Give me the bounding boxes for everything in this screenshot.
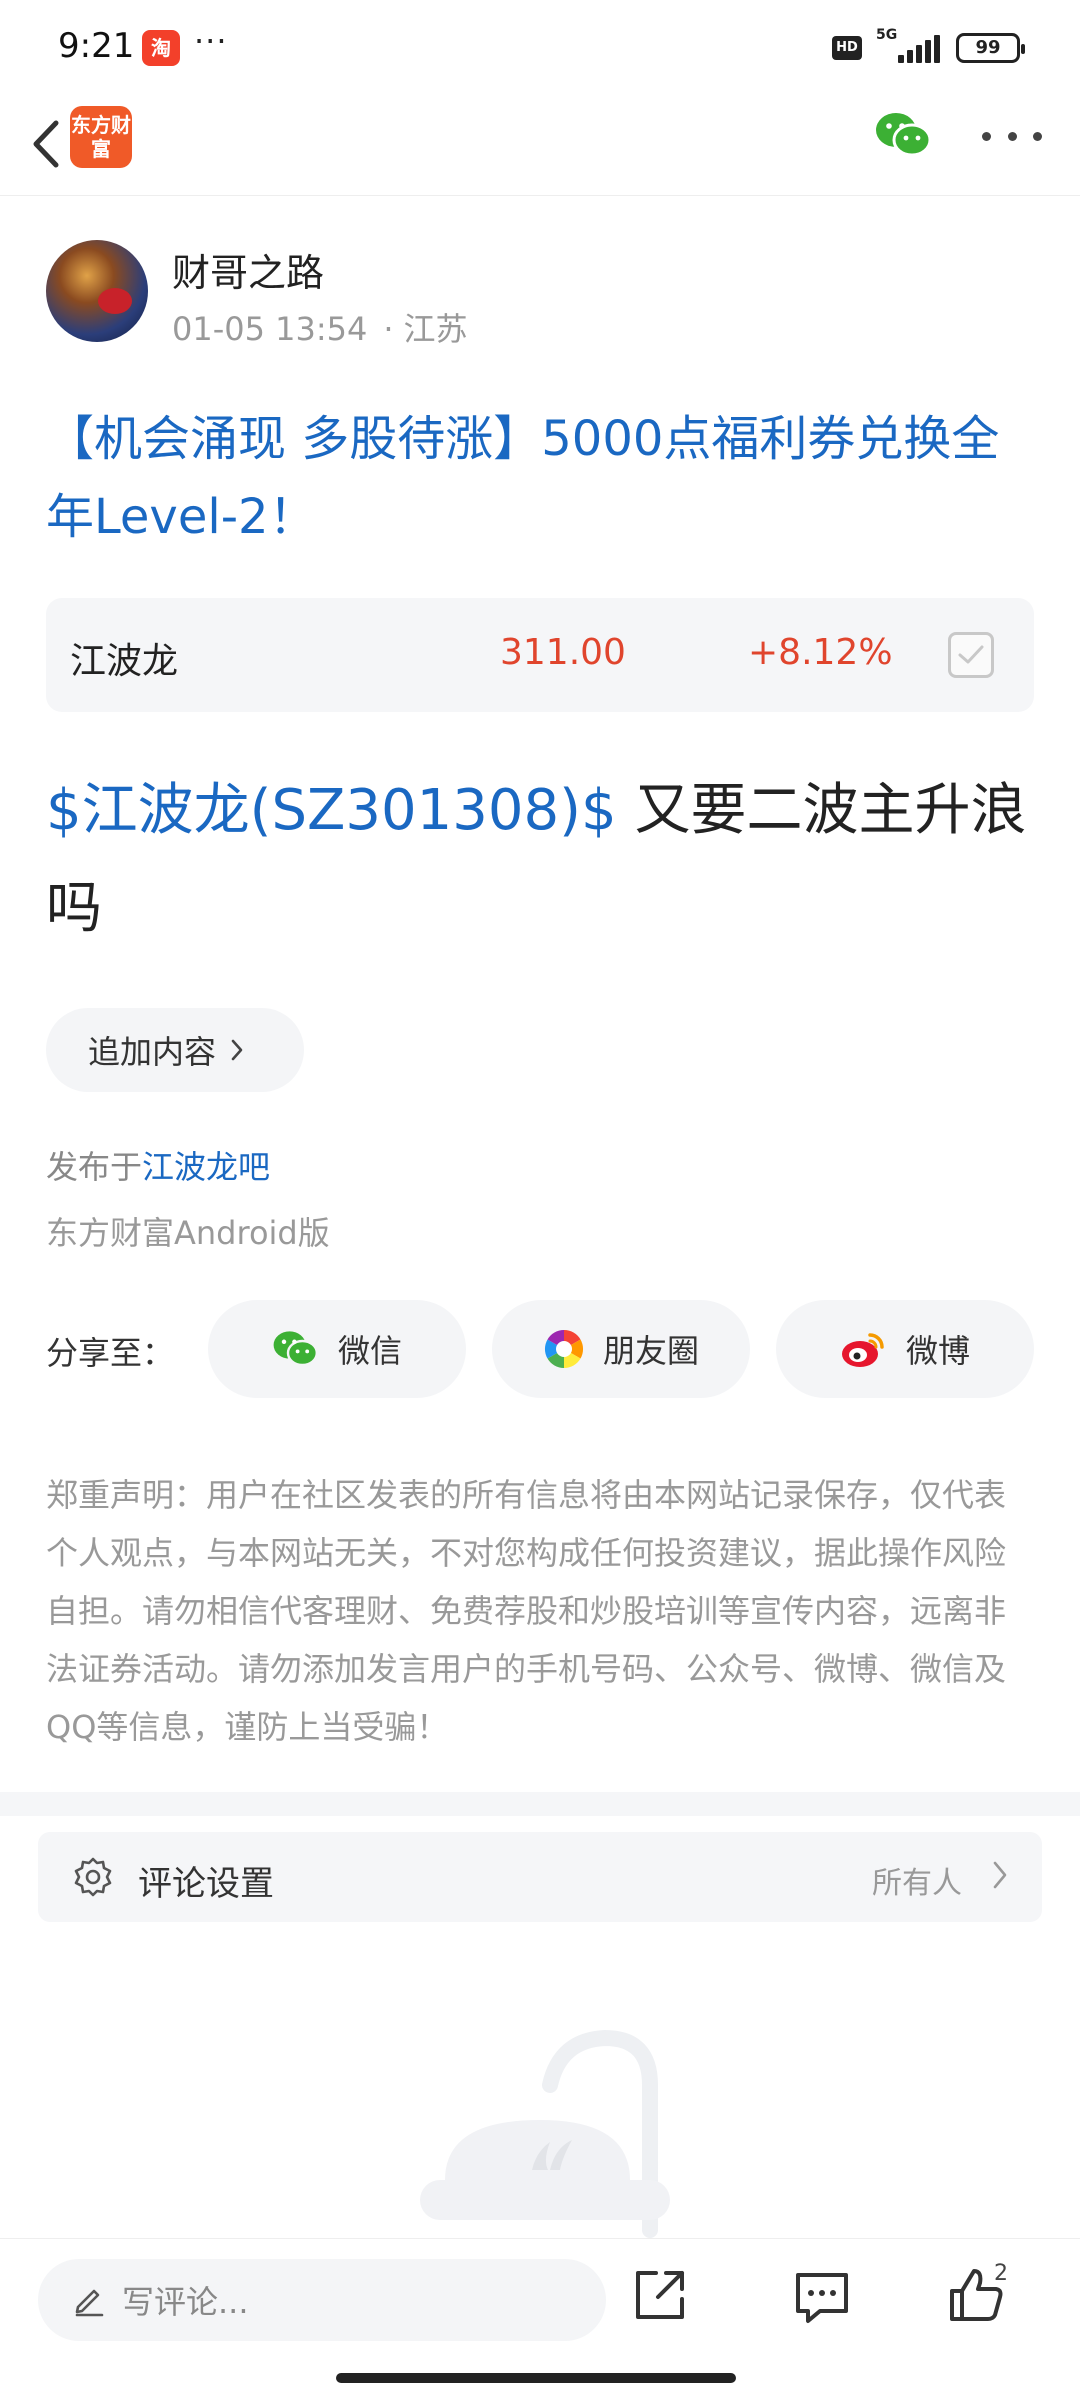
taobao-notification-icon: 淘 bbox=[142, 30, 180, 66]
top-nav-bar: 东方财富 bbox=[0, 96, 1080, 196]
empty-comments-illustration bbox=[420, 2030, 670, 2238]
post-body: $江波龙(SZ301308)$ 又要二波主升浪吗 bbox=[46, 762, 1046, 958]
stock-tag-link[interactable]: $江波龙(SZ301308)$ bbox=[46, 778, 617, 843]
promo-title-link[interactable]: 【机会涌现 多股待涨】5000点福利券兑换全年Level-2！ bbox=[46, 400, 1046, 556]
meta-separator: · bbox=[383, 310, 394, 348]
post-location: 江苏 bbox=[403, 310, 468, 348]
author-header: 财哥之路 01-05 13:54 · 江苏 bbox=[46, 240, 1036, 348]
like-count: 2 bbox=[994, 2261, 1008, 2286]
moments-icon bbox=[544, 1330, 584, 1368]
status-indicators: HD 5G 99 bbox=[832, 27, 1025, 68]
published-in: 发布于江波龙吧 bbox=[46, 1142, 270, 1188]
client-source: 东方财富Android版 bbox=[46, 1214, 330, 1252]
add-content-label: 追加内容 bbox=[88, 1033, 217, 1071]
comment-settings-value: 所有人 bbox=[872, 1866, 962, 1901]
post-time: 01-05 13:54 bbox=[172, 310, 368, 348]
weibo-icon bbox=[841, 1333, 884, 1367]
share-wechat-label: 微信 bbox=[337, 1332, 402, 1370]
share-moments-button[interactable]: 朋友圈 bbox=[492, 1300, 750, 1398]
battery-icon: 99 bbox=[956, 33, 1025, 63]
write-comment-input[interactable]: 写评论... bbox=[38, 2259, 606, 2341]
section-divider bbox=[0, 1792, 1080, 1816]
author-name[interactable]: 财哥之路 bbox=[172, 242, 324, 297]
published-prefix: 发布于 bbox=[46, 1148, 143, 1186]
wechat-icon[interactable] bbox=[874, 110, 934, 160]
share-wechat-button[interactable]: 微信 bbox=[208, 1300, 466, 1398]
stock-change: +8.12% bbox=[748, 632, 893, 673]
stock-price: 311.00 bbox=[500, 632, 626, 673]
wechat-icon bbox=[273, 1331, 318, 1367]
add-content-button[interactable]: 追加内容 bbox=[46, 1008, 304, 1092]
home-indicator[interactable] bbox=[336, 2373, 736, 2383]
gear-icon bbox=[74, 1857, 112, 1897]
post-meta: 01-05 13:54 · 江苏 bbox=[172, 304, 468, 350]
comment-settings-label: 评论设置 bbox=[138, 1864, 274, 1904]
bottom-action-bar: 写评论... 2 bbox=[0, 2238, 1080, 2400]
eastmoney-logo[interactable]: 东方财富 bbox=[70, 106, 132, 168]
stock-name: 江波龙 bbox=[70, 641, 179, 682]
chevron-right-icon bbox=[992, 1860, 1008, 1894]
share-label: 分享至： bbox=[46, 1334, 175, 1372]
status-time: 9:21 bbox=[58, 26, 135, 66]
chevron-right-icon bbox=[230, 1038, 244, 1062]
disclaimer-text: 郑重声明：用户在社区发表的所有信息将由本网站记录保存，仅代表个人观点，与本网站无… bbox=[46, 1476, 1007, 1746]
add-watchlist-checkbox-icon[interactable] bbox=[948, 632, 994, 678]
avatar[interactable] bbox=[46, 240, 148, 342]
stock-quote-card[interactable]: 江波龙 311.00 +8.12% bbox=[46, 598, 1034, 712]
share-weibo-button[interactable]: 微博 bbox=[776, 1300, 1034, 1398]
signal-icon: 5G bbox=[876, 27, 942, 65]
more-notifications-icon: ··· bbox=[194, 22, 228, 60]
share-moments-label: 朋友圈 bbox=[602, 1332, 699, 1370]
pencil-icon bbox=[75, 2289, 104, 2317]
stock-bar-link[interactable]: 江波龙吧 bbox=[142, 1148, 270, 1186]
share-weibo-label: 微博 bbox=[905, 1332, 970, 1370]
hd-voice-icon: HD bbox=[832, 36, 862, 60]
back-arrow-icon[interactable] bbox=[18, 112, 74, 176]
more-icon[interactable] bbox=[982, 116, 1042, 156]
comment-icon[interactable] bbox=[790, 2265, 854, 2329]
share-icon[interactable] bbox=[628, 2263, 692, 2327]
network-type: 5G bbox=[876, 27, 898, 43]
comment-settings-row[interactable]: 评论设置 所有人 bbox=[38, 1832, 1042, 1922]
comment-placeholder: 写评论... bbox=[122, 2283, 249, 2321]
status-bar: 9:21 淘 ··· HD 5G 99 bbox=[0, 0, 1080, 96]
